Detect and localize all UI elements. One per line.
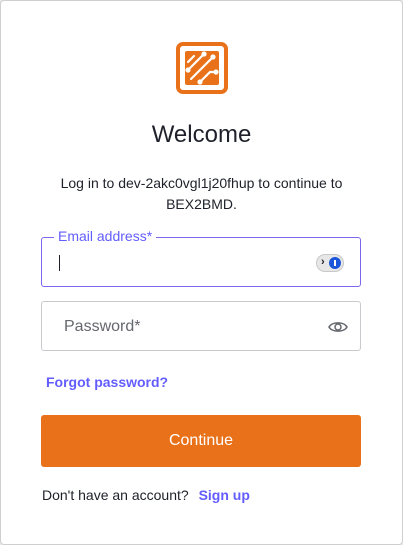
signup-link[interactable]: Sign up bbox=[199, 487, 250, 503]
continue-button[interactable]: Continue bbox=[41, 415, 361, 467]
signup-row: Don't have an account? Sign up bbox=[42, 487, 250, 503]
login-card: Welcome Log in to dev-2akc0vgl1j20fhup t… bbox=[0, 0, 403, 545]
eye-icon[interactable] bbox=[328, 318, 348, 336]
password-placeholder: Password* bbox=[64, 318, 141, 335]
circuit-board-logo-icon bbox=[176, 42, 228, 94]
email-label: Email address* bbox=[54, 228, 157, 244]
text-caret bbox=[59, 255, 60, 271]
password-field[interactable]: Password* bbox=[41, 301, 361, 351]
page-title: Welcome bbox=[151, 121, 252, 148]
password-manager-icon[interactable]: › bbox=[316, 254, 344, 272]
login-subtitle: Log in to dev-2akc0vgl1j20fhup to contin… bbox=[60, 175, 343, 212]
email-field[interactable]: Email address* › bbox=[41, 228, 361, 287]
password-manager-logo-icon bbox=[329, 257, 341, 269]
forgot-password-link[interactable]: Forgot password? bbox=[46, 374, 168, 390]
chevron-right-icon: › bbox=[321, 256, 325, 268]
signup-prompt: Don't have an account? bbox=[42, 487, 189, 503]
